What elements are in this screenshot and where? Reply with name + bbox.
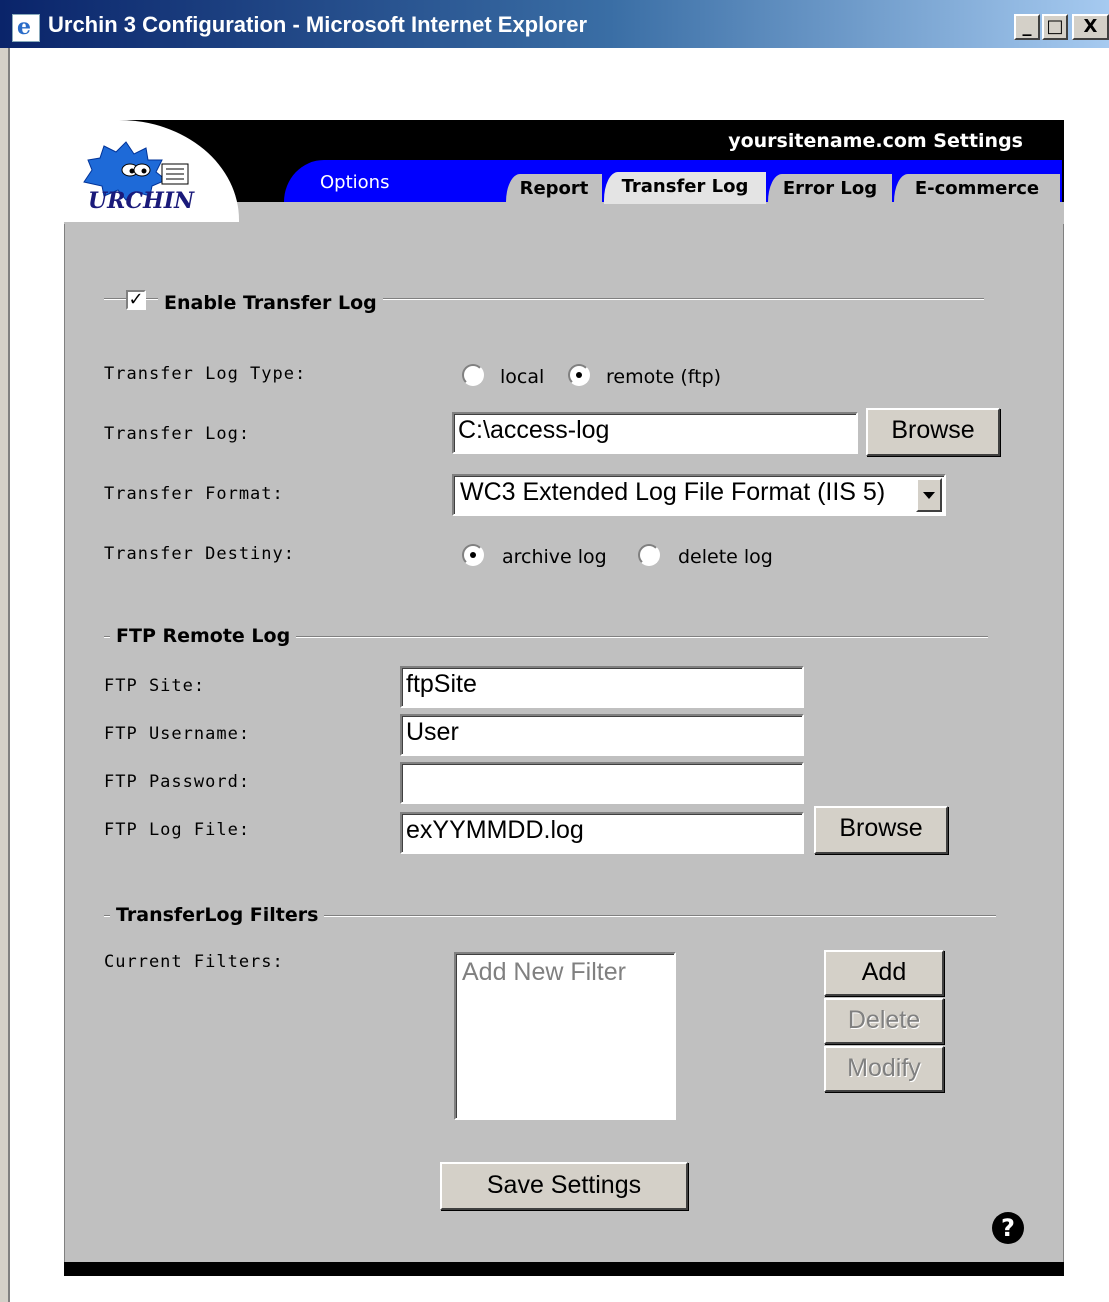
current-filters-label: Current Filters: [104,952,284,972]
radio-delete-log-label: delete log [678,546,773,568]
ftp-log-file-browse-button[interactable]: Browse [814,806,948,854]
help-icon[interactable]: ? [992,1212,1024,1244]
panel-bottom-bar [64,1262,1064,1276]
options-label: Options [320,172,390,193]
ftp-site-label: FTP Site: [104,676,206,696]
minimize-button[interactable]: _ [1014,14,1040,40]
current-filters-list[interactable]: Add New Filter [454,952,676,1120]
ftp-remote-log-title: FTP Remote Log [110,625,297,647]
delete-filter-button[interactable]: Delete [824,998,944,1044]
radio-local[interactable] [462,364,484,386]
transfer-format-value: WC3 Extended Log File Format (IIS 5) [460,478,886,506]
urchin-logo-text: URCHIN [88,188,195,214]
ftp-password-input[interactable] [400,762,804,804]
modify-filter-button[interactable]: Modify [824,1046,944,1092]
transfer-format-select[interactable]: WC3 Extended Log File Format (IIS 5) [452,474,946,516]
ftp-site-input[interactable]: ftpSite [400,666,804,708]
ftp-username-input[interactable]: User [400,714,804,756]
enable-transfer-log-label: Enable Transfer Log [158,292,383,314]
internet-explorer-icon: e [12,14,40,42]
tab-transfer-log[interactable]: Transfer Log [604,172,766,204]
enable-transfer-log-checkbox[interactable]: ✓ [126,290,146,310]
transfer-log-type-label: Transfer Log Type: [104,364,307,384]
transfer-format-label: Transfer Format: [104,484,284,504]
tab-e-commerce[interactable]: E-commerce [894,174,1060,202]
radio-archive-log-label: archive log [502,546,607,568]
window-frame [0,48,10,1302]
transfer-destiny-label: Transfer Destiny: [104,544,295,564]
transferlog-filters-title: TransferLog Filters [110,904,325,926]
close-button[interactable]: X [1072,14,1109,40]
window-title: Urchin 3 Configuration - Microsoft Inter… [48,12,588,37]
radio-remote-ftp-label: remote (ftp) [606,366,722,388]
ftp-log-file-label: FTP Log File: [104,820,251,840]
tab-error-log[interactable]: Error Log [768,174,892,202]
site-settings-title: yoursitename.com Settings [728,130,1023,152]
transfer-log-browse-button[interactable]: Browse [866,408,1000,456]
save-settings-button[interactable]: Save Settings [440,1162,688,1210]
ftp-log-file-input[interactable]: exYYMMDD.log [400,812,804,854]
radio-delete-log[interactable] [638,544,660,566]
maximize-button[interactable]: □ [1042,14,1068,40]
chevron-down-icon[interactable] [916,478,942,512]
add-filter-button[interactable]: Add [824,950,944,996]
transfer-log-input[interactable]: C:\access-log [452,412,858,454]
transfer-log-label: Transfer Log: [104,424,251,444]
radio-local-label: local [500,366,545,388]
ftp-username-label: FTP Username: [104,724,251,744]
tab-report[interactable]: Report [506,174,602,202]
ftp-password-label: FTP Password: [104,772,251,792]
radio-remote-ftp[interactable] [568,364,590,386]
radio-archive-log[interactable] [462,544,484,566]
list-item[interactable]: Add New Filter [462,958,668,987]
